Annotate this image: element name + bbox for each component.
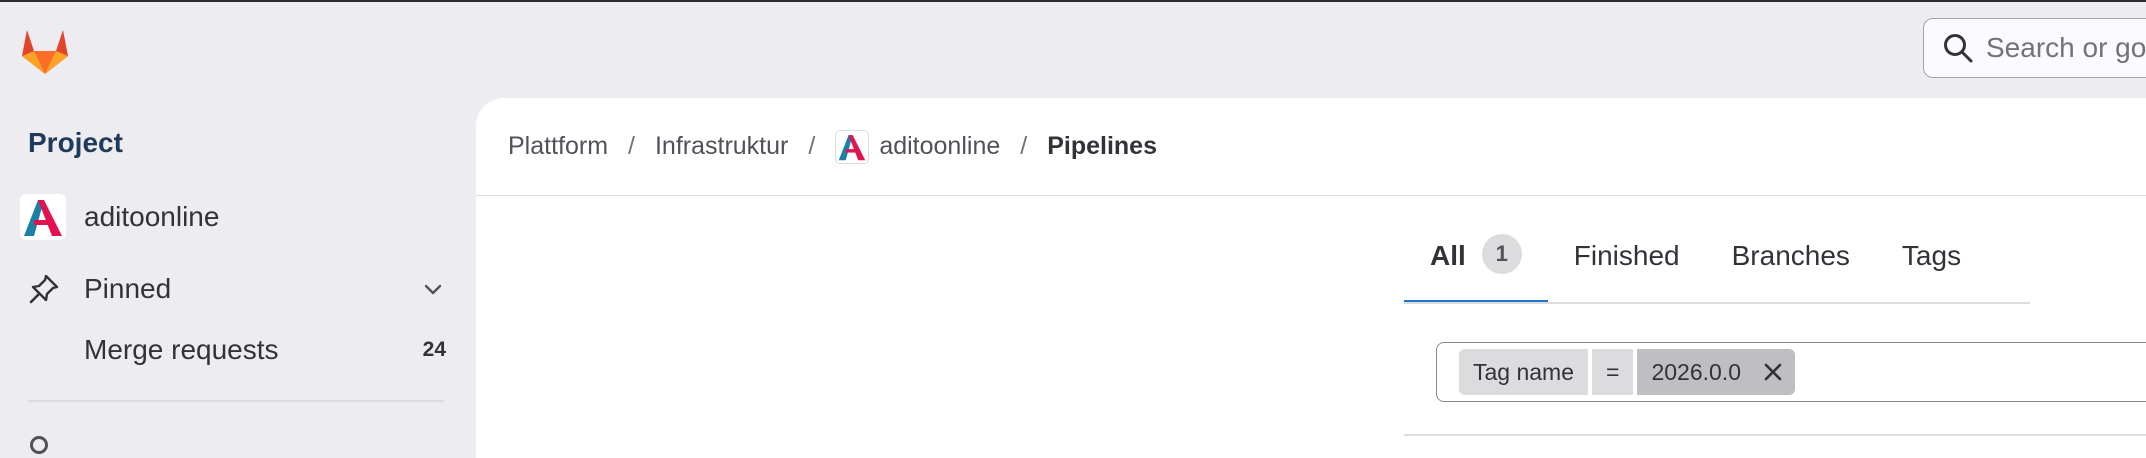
- breadcrumb-item-plattform[interactable]: Plattform: [508, 132, 608, 161]
- tab-label: Tags: [1901, 240, 1962, 271]
- breadcrumb-project-label: aditoonline: [879, 132, 1001, 160]
- content-divider: [1404, 434, 2146, 436]
- search-input[interactable]: Search or go: [1923, 18, 2146, 78]
- sidebar-project-link[interactable]: aditoonline: [20, 194, 219, 240]
- merge-requests-count: 24: [422, 338, 446, 361]
- search-icon: [1944, 34, 1973, 63]
- breadcrumb-item-infrastruktur[interactable]: Infrastruktur: [655, 132, 788, 161]
- search-placeholder: Search or go: [1986, 32, 2146, 63]
- tab-tags[interactable]: Tags: [1876, 226, 1987, 302]
- breadcrumb: Plattform / Infrastruktur / aditoonline …: [476, 98, 2146, 196]
- pinned-section-toggle[interactable]: Pinned: [28, 268, 446, 310]
- tab-all[interactable]: All 1: [1404, 226, 1548, 304]
- filter-token-operator[interactable]: =: [1592, 349, 1634, 395]
- gitlab-logo-icon[interactable]: [18, 24, 72, 76]
- project-avatar-small: [835, 129, 870, 164]
- project-avatar: [20, 194, 66, 240]
- tabs-underline: [1404, 302, 2030, 304]
- filter-token-value-label: 2026.0.0: [1651, 358, 1741, 385]
- chevron-down-icon: [424, 284, 442, 295]
- tab-label: All: [1430, 240, 1466, 271]
- pipeline-tabs: All 1 Finished Branches Tags: [1404, 226, 1987, 304]
- breadcrumb-separator: /: [808, 132, 816, 160]
- breadcrumb-item-pipelines[interactable]: Pipelines: [1047, 132, 1157, 161]
- window-top-border: [0, 0, 2146, 2]
- sidebar-title: Project: [28, 127, 123, 158]
- filter-token-field[interactable]: Tag name: [1459, 349, 1589, 395]
- breadcrumb-item-project[interactable]: aditoonline: [835, 129, 1001, 164]
- sidebar-next-item-icon[interactable]: [30, 436, 48, 454]
- pipeline-filter-bar[interactable]: Tag name = 2026.0.0: [1436, 342, 2146, 402]
- close-icon[interactable]: [1761, 360, 1785, 384]
- tab-finished[interactable]: Finished: [1548, 226, 1706, 302]
- pinned-label: Pinned: [84, 273, 172, 304]
- sidebar-item-merge-requests[interactable]: Merge requests 24: [84, 330, 446, 370]
- sidebar-item-label: Merge requests: [84, 334, 279, 365]
- tab-label: Finished: [1573, 240, 1680, 271]
- tab-branches[interactable]: Branches: [1706, 226, 1876, 302]
- breadcrumb-separator: /: [1020, 132, 1028, 160]
- breadcrumb-separator: /: [628, 132, 635, 160]
- filter-token-value[interactable]: 2026.0.0: [1637, 349, 1795, 395]
- main-content: Plattform / Infrastruktur / aditoonline …: [476, 98, 2146, 458]
- tab-label: Branches: [1731, 240, 1850, 271]
- tab-count-badge: 1: [1481, 234, 1522, 274]
- project-name: aditoonline: [84, 201, 220, 232]
- sidebar-divider: [28, 400, 444, 402]
- pin-icon: [29, 274, 59, 304]
